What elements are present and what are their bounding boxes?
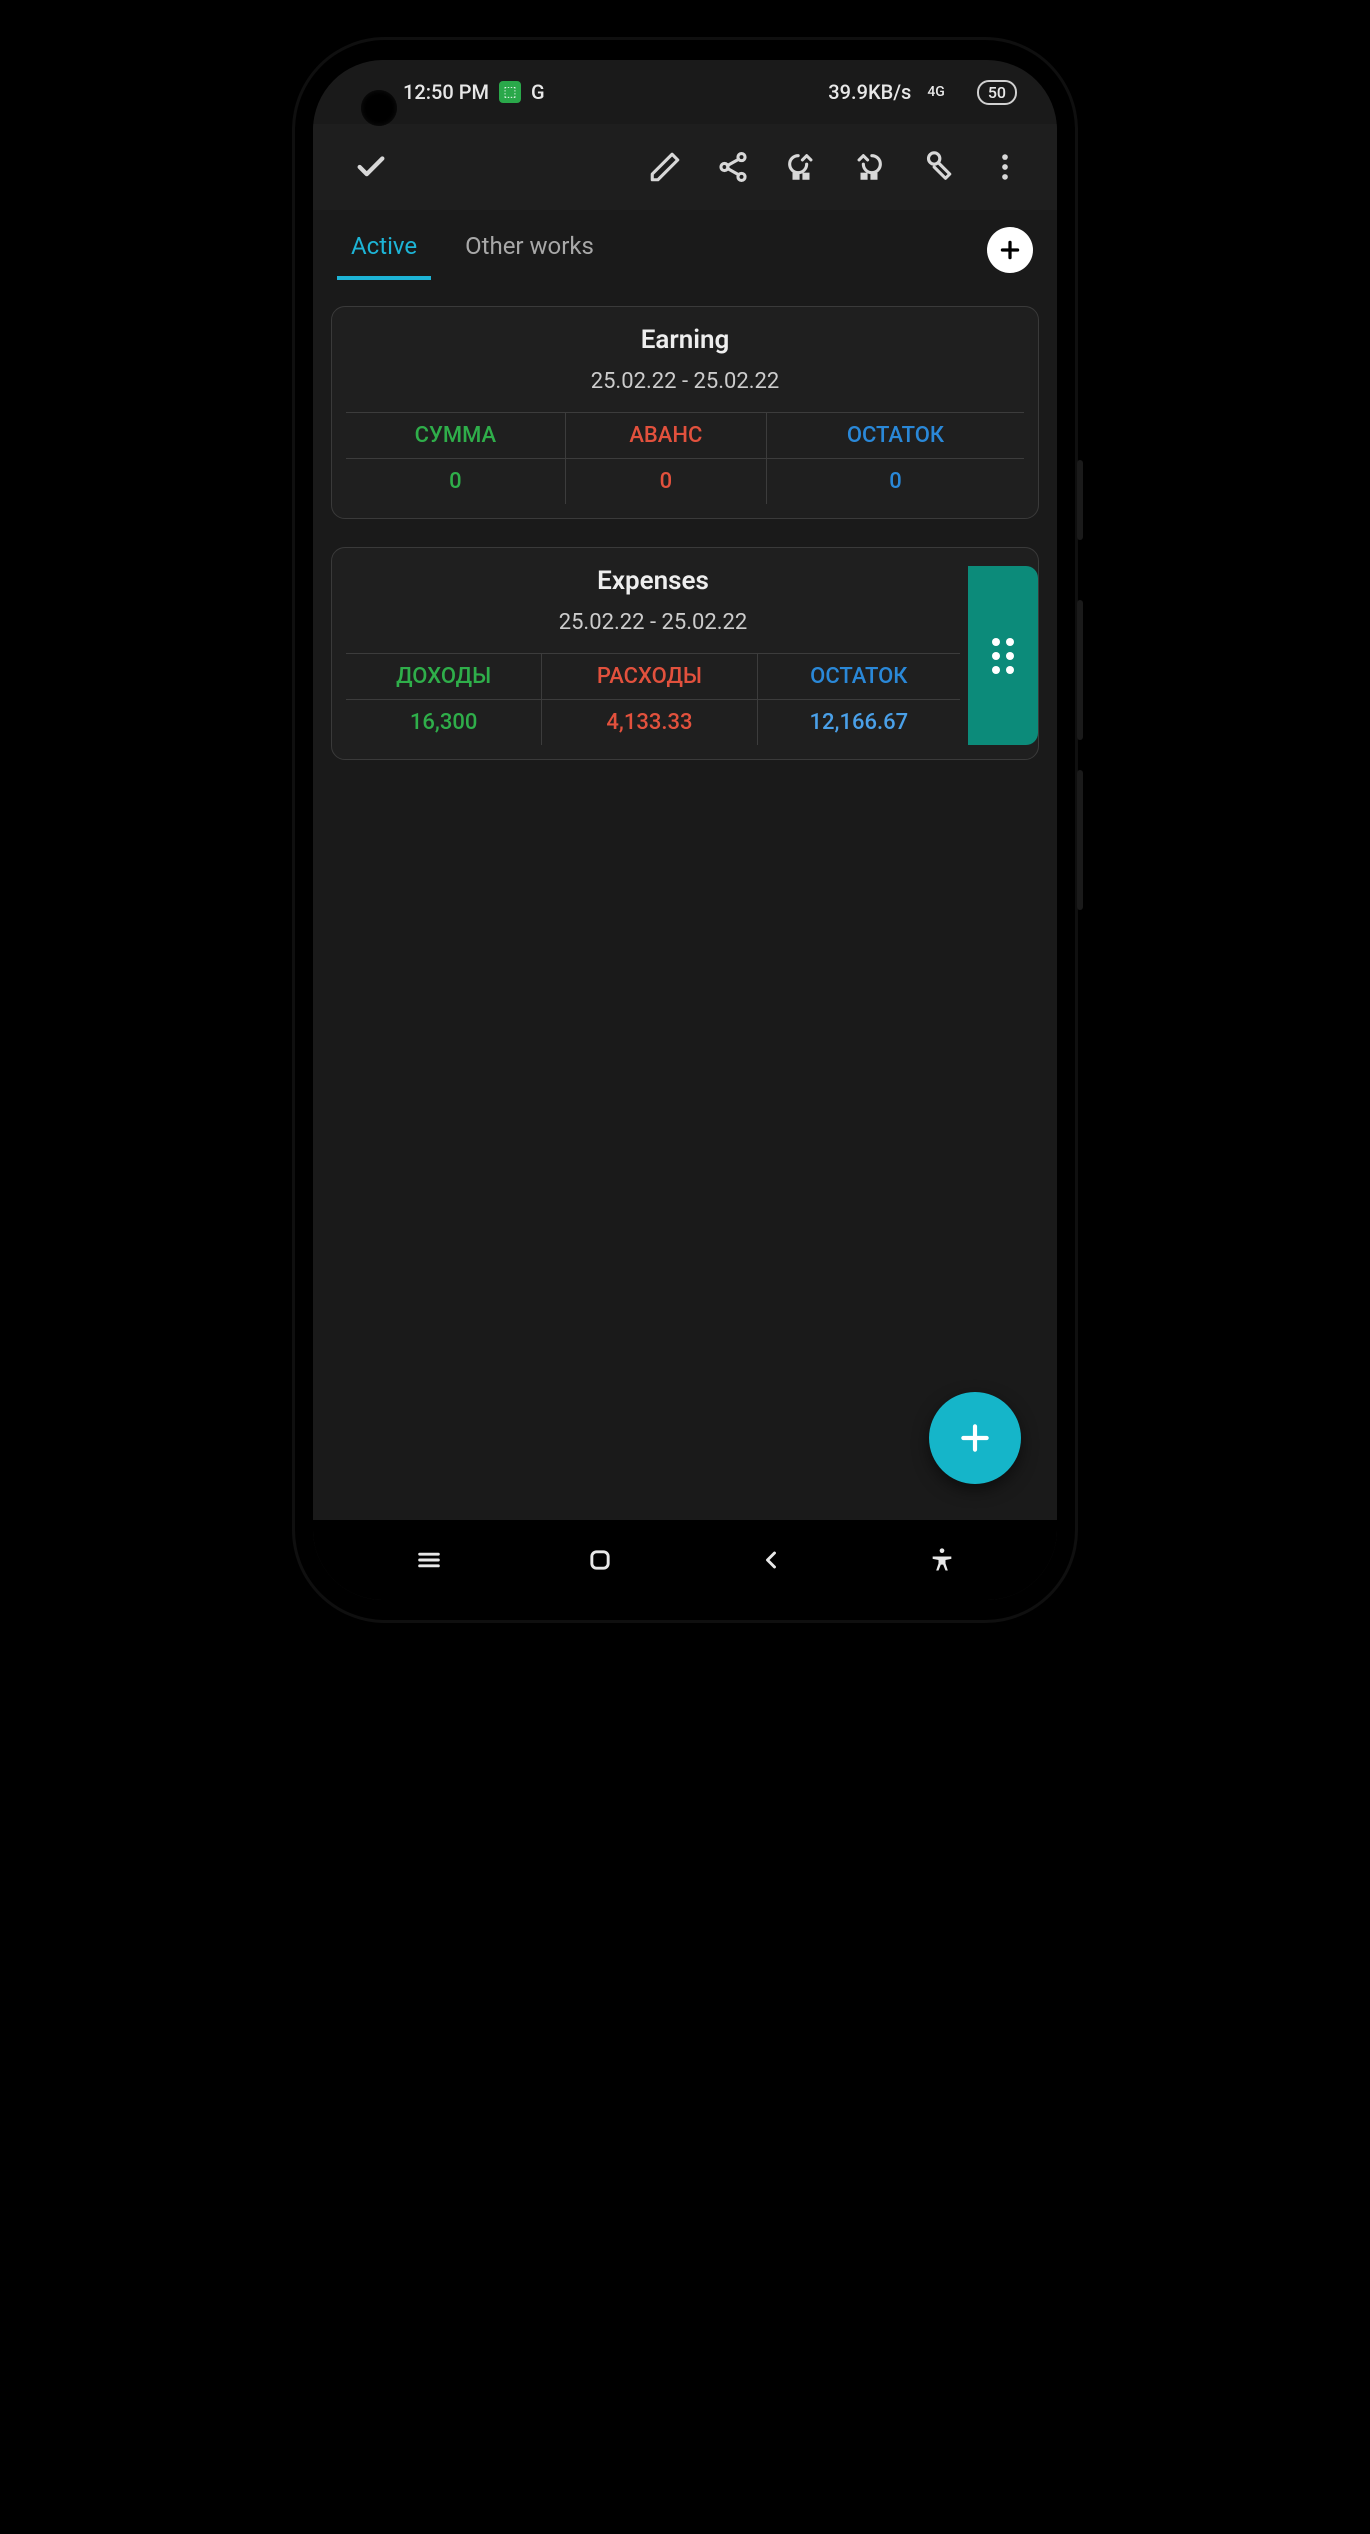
camera-hole <box>361 90 397 126</box>
earning-header-remain: ОСТАТОК <box>766 412 1024 459</box>
nav-home-button[interactable] <box>570 1530 630 1590</box>
export-button[interactable] <box>839 137 899 197</box>
status-bar: 12:50 PM ⬚ G 39.9KB/s 4G 50 <box>313 60 1057 124</box>
confirm-button[interactable] <box>341 137 401 197</box>
earning-value-remain: 0 <box>766 459 1024 504</box>
toolbar <box>313 124 1057 210</box>
status-right: 39.9KB/s 4G 50 <box>828 80 1017 105</box>
tabs-row: Active Other works <box>313 210 1057 280</box>
status-left: 12:50 PM ⬚ G <box>403 80 545 104</box>
system-nav-bar <box>313 1520 1057 1600</box>
expenses-header-expense: РАСХОДЫ <box>541 653 756 700</box>
card-earning-title: Earning <box>346 325 1024 355</box>
expenses-value-expense: 4,133.33 <box>541 700 756 745</box>
expenses-header-remain: ОСТАТОК <box>757 653 960 700</box>
earning-value-sum: 0 <box>346 459 565 504</box>
phone-frame: 12:50 PM ⬚ G 39.9KB/s 4G 50 <box>295 40 1075 1620</box>
card-earning-dates: 25.02.22 - 25.02.22 <box>346 369 1024 394</box>
drag-handle-icon <box>992 638 1014 674</box>
earning-value-advance: 0 <box>565 459 766 504</box>
tab-other-works[interactable]: Other works <box>451 220 608 280</box>
expenses-drag-handle[interactable] <box>968 566 1038 745</box>
side-button-1 <box>1077 460 1083 540</box>
expenses-value-remain: 12,166.67 <box>757 700 960 745</box>
add-fab-button[interactable] <box>929 1392 1021 1484</box>
settings-button[interactable] <box>907 137 967 197</box>
app-indicator-icon: ⬚ <box>499 81 521 103</box>
status-g: G <box>531 80 545 104</box>
earning-table: СУММА АВАНС ОСТАТОК 0 0 0 <box>346 412 1024 504</box>
share-button[interactable] <box>703 137 763 197</box>
more-button[interactable] <box>975 137 1035 197</box>
screen: 12:50 PM ⬚ G 39.9KB/s 4G 50 <box>313 60 1057 1600</box>
edit-button[interactable] <box>635 137 695 197</box>
battery-indicator: 50 <box>977 80 1017 105</box>
nav-accessibility-button[interactable] <box>912 1530 972 1590</box>
side-button-3 <box>1077 770 1083 910</box>
earning-header-sum: СУММА <box>346 412 565 459</box>
content-area[interactable]: Earning 25.02.22 - 25.02.22 СУММА АВАНС … <box>313 280 1057 1520</box>
card-expenses-dates: 25.02.22 - 25.02.22 <box>346 610 960 635</box>
nav-recents-button[interactable] <box>399 1530 459 1590</box>
status-time: 12:50 PM <box>403 80 489 104</box>
expenses-header-income: ДОХОДЫ <box>346 653 541 700</box>
import-button[interactable] <box>771 137 831 197</box>
add-tab-button[interactable] <box>987 227 1033 273</box>
earning-header-advance: АВАНС <box>565 412 766 459</box>
card-earning[interactable]: Earning 25.02.22 - 25.02.22 СУММА АВАНС … <box>331 306 1039 519</box>
expenses-table: ДОХОДЫ РАСХОДЫ ОСТАТОК 16,300 4,133.33 1… <box>346 653 960 745</box>
side-button-2 <box>1077 600 1083 740</box>
expenses-value-income: 16,300 <box>346 700 541 745</box>
card-expenses-title: Expenses <box>346 566 960 596</box>
status-nettype: 4G <box>927 84 945 100</box>
nav-back-button[interactable] <box>741 1530 801 1590</box>
card-expenses[interactable]: Expenses 25.02.22 - 25.02.22 ДОХОДЫ РАСХ… <box>331 547 1039 760</box>
status-netspeed: 39.9KB/s <box>828 80 911 104</box>
tab-active[interactable]: Active <box>337 220 431 280</box>
